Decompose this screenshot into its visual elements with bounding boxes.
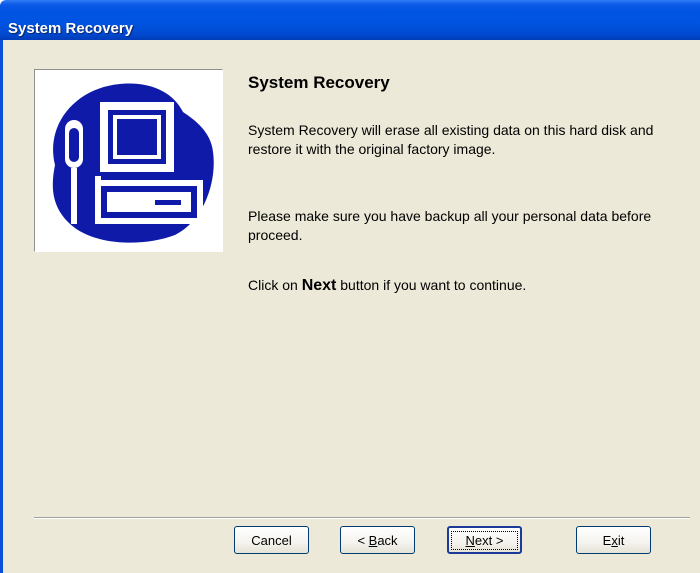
continue-instruction-text: Click on Next button if you want to cont…	[248, 276, 688, 295]
erase-warning-text: System Recovery will erase all existing …	[248, 122, 654, 157]
back-button-label: < Back	[357, 533, 397, 548]
cancel-button[interactable]: Cancel	[234, 526, 309, 554]
instruction-prefix: Click on	[248, 277, 302, 293]
backup-reminder-text: Please make sure you have backup all you…	[248, 208, 652, 243]
exit-button-label: Exit	[603, 533, 625, 548]
title-bar[interactable]: System Recovery	[0, 0, 700, 40]
next-rest: ext >	[474, 532, 504, 548]
cancel-button-label: Cancel	[251, 532, 292, 548]
illustration-frame	[34, 69, 223, 252]
back-button[interactable]: < Back	[340, 526, 415, 554]
window-title: System Recovery	[8, 20, 134, 37]
next-mnemonic: N	[465, 532, 475, 548]
button-separator	[34, 517, 690, 519]
instruction-next-word: Next	[301, 277, 337, 294]
back-rest: ack	[377, 532, 398, 548]
exit-button[interactable]: Exit	[576, 526, 651, 554]
next-button-label: Next >	[450, 530, 519, 550]
exit-rest: it	[617, 532, 625, 548]
instruction-suffix: button if you want to continue.	[336, 277, 527, 293]
back-prefix: <	[357, 532, 369, 548]
next-button[interactable]: Next >	[447, 526, 522, 554]
system-recovery-window: System Recovery System Recovery System R…	[0, 0, 700, 573]
computer-with-screwdriver-icon	[52, 83, 214, 243]
dialog-heading: System Recovery	[248, 73, 390, 92]
